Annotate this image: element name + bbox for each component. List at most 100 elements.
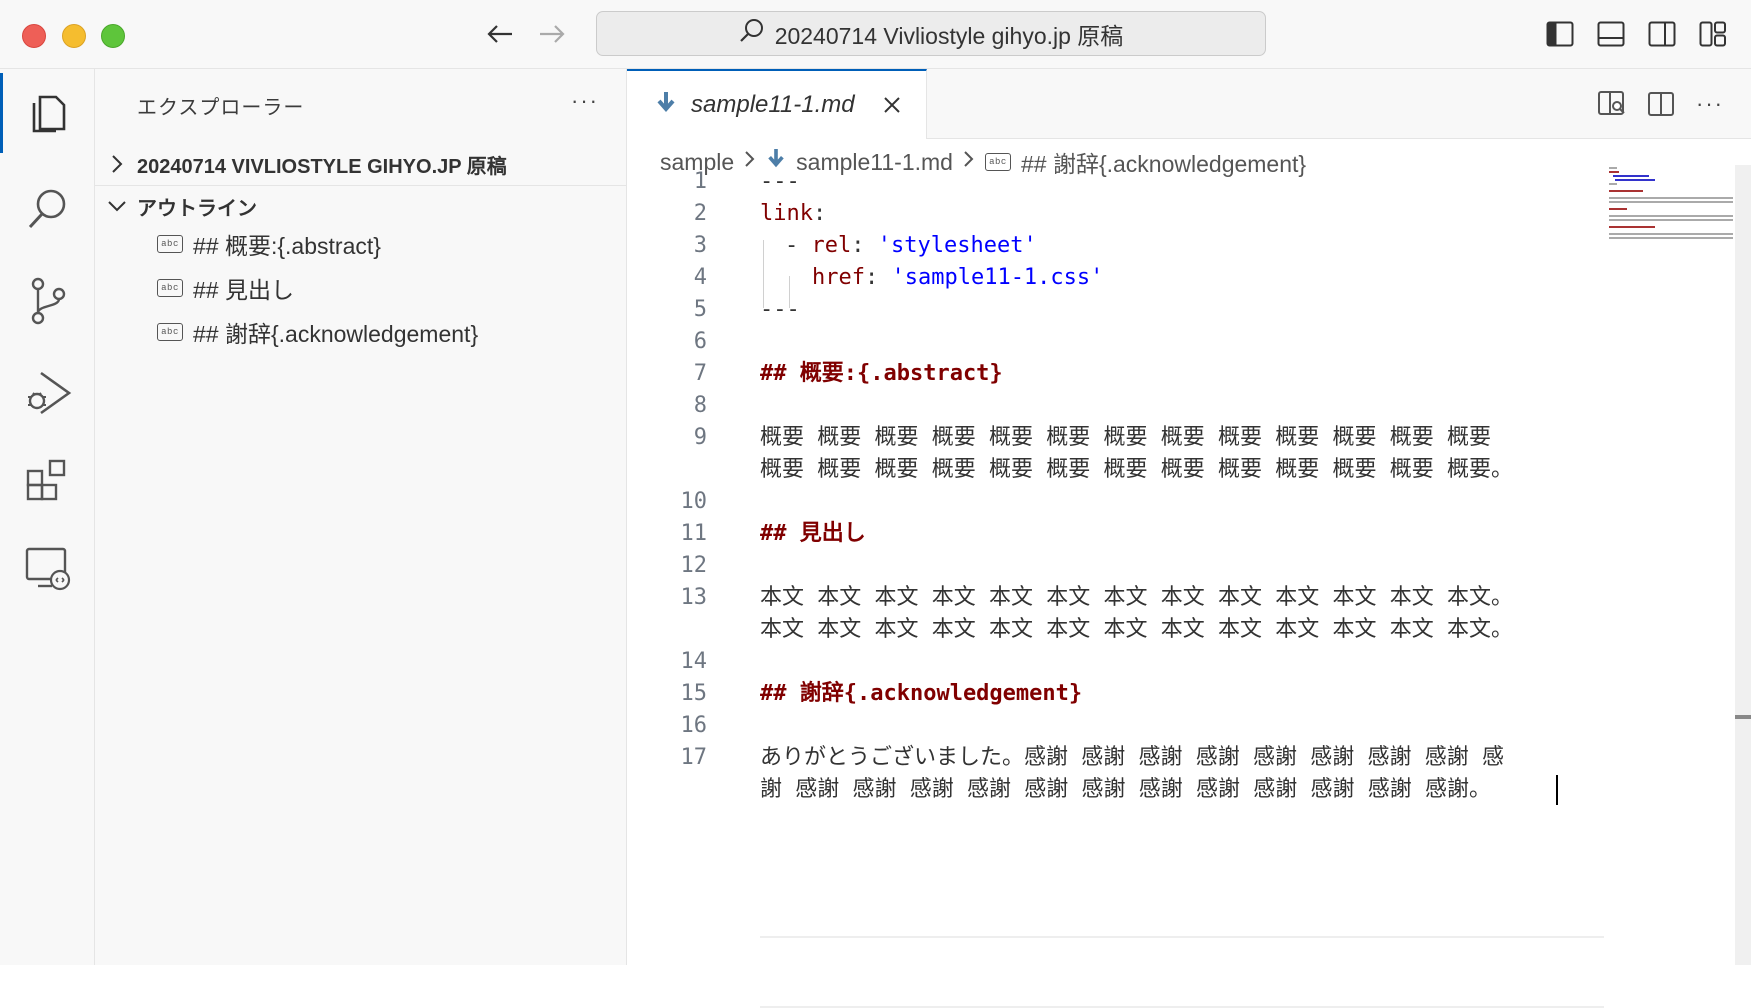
code-line: 7 ## 概要:{.abstract} (627, 356, 1751, 392)
string-symbol-icon: abc (157, 323, 183, 341)
line-text: 概要 概要 概要 概要 概要 概要 概要 概要 概要 概要 概要 概要 概要 (760, 425, 1491, 450)
code-line-wrap: 概要 概要 概要 概要 概要 概要 概要 概要 概要 概要 概要 概要 概要。 (627, 452, 1751, 488)
sidebar-title: エクスプローラー (137, 97, 305, 119)
yaml-key: rel (811, 233, 852, 258)
line-text: ## 見出し (760, 521, 866, 546)
outline-item-label: ## 見出し (193, 277, 294, 303)
split-editor-icon[interactable] (1644, 87, 1678, 121)
code-line: 1 --- (627, 164, 1751, 200)
line-number: 1 (693, 169, 707, 194)
line-text: --- (760, 297, 800, 322)
source-control-icon[interactable] (0, 261, 95, 341)
remote-explorer-icon[interactable] (0, 529, 95, 609)
line-number: 3 (693, 233, 707, 258)
outline-item[interactable]: abc ## 概要:{.abstract} (157, 224, 381, 264)
code-line: 10 (627, 484, 1751, 520)
extensions-icon[interactable] (0, 441, 95, 521)
current-line-highlight (760, 936, 1604, 1008)
toggle-secondary-sidebar-icon[interactable] (1646, 18, 1678, 50)
tab-label: sample11-1.md (691, 91, 855, 118)
yaml-key: link (760, 201, 813, 226)
line-number: 14 (680, 649, 708, 674)
editor-more-actions-icon[interactable]: ··· (1693, 87, 1727, 121)
outline-item[interactable]: abc ## 見出し (157, 268, 294, 308)
line-text: --- (760, 169, 800, 194)
line-number: 11 (680, 521, 708, 546)
yaml-colon: : (851, 233, 878, 258)
markdown-file-icon (655, 90, 677, 121)
line-text: link: (760, 201, 827, 226)
line-number: 13 (680, 585, 708, 610)
line-number: 5 (693, 297, 707, 322)
outline-item-label: ## 謝辞{.acknowledgement} (193, 321, 479, 347)
folder-name: 20240714 VIVLIOSTYLE GIHYO.JP 原稿 (137, 155, 507, 178)
line-text: 謝 感謝 感謝 感謝 感謝 感謝 感謝 感謝 感謝 感謝 感謝 感謝 感謝。 (760, 777, 1491, 802)
code-line: 3 - rel: 'stylesheet' (627, 228, 1751, 264)
chevron-down-icon (97, 199, 137, 213)
command-center-search[interactable]: 20240714 Vivliostyle gihyo.jp 原稿 (596, 11, 1266, 56)
explorer-icon[interactable] (0, 73, 95, 153)
outline-title: アウトライン (137, 197, 257, 220)
folder-section-header[interactable]: 20240714 VIVLIOSTYLE GIHYO.JP 原稿 (95, 143, 626, 185)
line-text: ## 概要:{.abstract} (760, 361, 1003, 386)
line-number: 7 (693, 361, 707, 386)
search-icon (739, 18, 765, 50)
code-line: 15 ## 謝辞{.acknowledgement} (627, 676, 1751, 712)
line-text: 概要 概要 概要 概要 概要 概要 概要 概要 概要 概要 概要 概要 概要。 (760, 457, 1513, 482)
open-preview-icon[interactable] (1595, 87, 1629, 121)
forward-arrow-icon[interactable] (536, 18, 568, 50)
activity-bar (0, 69, 95, 965)
line-number: 10 (680, 489, 708, 514)
chevron-right-icon (97, 154, 137, 174)
tab-sample11-1-md[interactable]: sample11-1.md (627, 69, 927, 139)
customize-layout-icon[interactable] (1697, 18, 1729, 50)
string-symbol-icon: abc (157, 235, 183, 253)
code-line: 14 (627, 644, 1751, 680)
maximize-window-button[interactable] (101, 24, 125, 48)
line-text: 本文 本文 本文 本文 本文 本文 本文 本文 本文 本文 本文 本文 本文。 (760, 617, 1513, 642)
code-line: 11 ## 見出し (627, 516, 1751, 552)
line-number: 2 (693, 201, 707, 226)
search-text: 20240714 Vivliostyle gihyo.jp 原稿 (774, 22, 1124, 49)
line-number: 15 (680, 681, 708, 706)
line-number: 9 (693, 425, 707, 450)
search-view-icon[interactable] (0, 169, 95, 249)
vertical-scrollbar[interactable] (1735, 165, 1751, 965)
code-line: 12 (627, 548, 1751, 584)
outline-item[interactable]: abc ## 謝辞{.acknowledgement} (157, 312, 478, 352)
yaml-string: 'sample11-1.css' (891, 265, 1104, 290)
tab-bar: sample11-1.md ··· (627, 69, 1751, 139)
code-line: 5 --- (627, 292, 1751, 328)
code-line: 2 link: (627, 196, 1751, 232)
yaml-colon: : (864, 265, 892, 290)
minimize-window-button[interactable] (62, 24, 86, 48)
back-arrow-icon[interactable] (484, 18, 516, 50)
line-number: 4 (693, 265, 707, 290)
yaml-string: 'stylesheet' (877, 233, 1037, 258)
toggle-primary-sidebar-icon[interactable] (1544, 18, 1576, 50)
line-number: 16 (680, 713, 708, 738)
yaml-dash: - (785, 233, 812, 258)
code-line: 13 本文 本文 本文 本文 本文 本文 本文 本文 本文 本文 本文 本文 本… (627, 580, 1751, 616)
outline-item-label: ## 概要:{.abstract} (193, 233, 381, 259)
outline-section-header[interactable]: アウトライン (95, 185, 626, 227)
scrollbar-thumb[interactable] (1735, 715, 1751, 719)
line-number: 6 (693, 329, 707, 354)
code-line: 17 ありがとうございました。感謝 感謝 感謝 感謝 感謝 感謝 感謝 感謝 感 (627, 740, 1751, 776)
minimap[interactable] (1603, 165, 1735, 275)
more-actions-icon[interactable]: ··· (565, 83, 605, 119)
title-bar: 20240714 Vivliostyle gihyo.jp 原稿 (0, 0, 1751, 69)
editor-area: sample11-1.md ··· sample sample11-1.md a… (627, 69, 1751, 1008)
string-symbol-icon: abc (157, 279, 183, 297)
run-and-debug-icon[interactable] (0, 353, 95, 433)
close-icon[interactable] (879, 92, 905, 118)
line-text: 本文 本文 本文 本文 本文 本文 本文 本文 本文 本文 本文 本文 本文。 (760, 585, 1513, 610)
line-text: href: 'sample11-1.css' (812, 260, 1103, 296)
code-line: 6 (627, 324, 1751, 360)
code-line: 16 (627, 708, 1751, 744)
code-line: 4 href: 'sample11-1.css' (627, 260, 1751, 296)
close-window-button[interactable] (22, 24, 46, 48)
line-text: - rel: 'stylesheet' (785, 228, 1037, 264)
line-number: 12 (680, 553, 708, 578)
toggle-panel-icon[interactable] (1595, 18, 1627, 50)
